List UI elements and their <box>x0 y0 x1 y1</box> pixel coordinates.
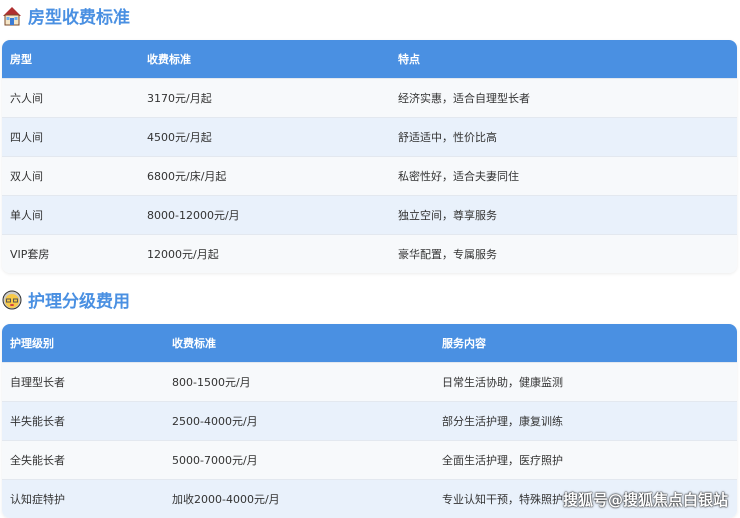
table-cell: 双人间 <box>2 156 139 195</box>
table-row: VIP套房 12000元/月起 豪华配置，专属服务 <box>2 234 737 273</box>
table-cell: 12000元/月起 <box>139 234 390 273</box>
table-row: 自理型长者 800-1500元/月 日常生活协助，健康监测 <box>2 362 737 401</box>
table-cell: 日常生活协助，健康监测 <box>434 362 737 401</box>
table-cell: 6800元/床/月起 <box>139 156 390 195</box>
table-cell: 自理型长者 <box>2 362 164 401</box>
table-cell: 认知症特护 <box>2 479 164 518</box>
column-header: 服务内容 <box>434 324 737 362</box>
table-cell: 4500元/月起 <box>139 117 390 156</box>
table-cell: 全失能长者 <box>2 440 164 479</box>
table-row: 四人间 4500元/月起 舒适适中，性价比高 <box>2 117 737 156</box>
table-cell: 豪华配置，专属服务 <box>390 234 737 273</box>
table-cell: 加收2000-4000元/月 <box>164 479 434 518</box>
table-cell: 单人间 <box>2 195 139 234</box>
column-header: 收费标准 <box>139 40 390 78</box>
table-cell: 全面生活护理，医疗照护 <box>434 440 737 479</box>
section-title-care-fees: 护理分级费用 <box>2 287 130 312</box>
house-icon <box>3 6 21 25</box>
column-header: 房型 <box>2 40 139 78</box>
table-cell: 经济实惠，适合自理型长者 <box>390 78 737 117</box>
table-row: 半失能长者 2500-4000元/月 部分生活护理，康复训练 <box>2 401 737 440</box>
column-header: 收费标准 <box>164 324 434 362</box>
table-header-row: 护理级别 收费标准 服务内容 <box>2 324 737 362</box>
watermark: 搜狐号@搜狐焦点白银站 <box>563 491 729 509</box>
table-row: 六人间 3170元/月起 经济实惠，适合自理型长者 <box>2 78 737 117</box>
table-cell: VIP套房 <box>2 234 139 273</box>
table-row: 全失能长者 5000-7000元/月 全面生活护理，医疗照护 <box>2 440 737 479</box>
elderly-face-icon <box>2 290 22 309</box>
table-cell: 私密性好，适合夫妻同住 <box>390 156 737 195</box>
table-cell: 8000-12000元/月 <box>139 195 390 234</box>
table-header-row: 房型 收费标准 特点 <box>2 40 737 78</box>
table-cell: 3170元/月起 <box>139 78 390 117</box>
table-row: 单人间 8000-12000元/月 独立空间，尊享服务 <box>2 195 737 234</box>
table-row: 双人间 6800元/床/月起 私密性好，适合夫妻同住 <box>2 156 737 195</box>
table-cell: 四人间 <box>2 117 139 156</box>
table-cell: 舒适适中，性价比高 <box>390 117 737 156</box>
section-title-text: 护理分级费用 <box>28 292 130 312</box>
section-title-room-fees: 房型收费标准 <box>2 3 130 28</box>
column-header: 护理级别 <box>2 324 164 362</box>
table-cell: 2500-4000元/月 <box>164 401 434 440</box>
section-title-text: 房型收费标准 <box>28 8 130 28</box>
table-cell: 800-1500元/月 <box>164 362 434 401</box>
table-cell: 六人间 <box>2 78 139 117</box>
table-cell: 独立空间，尊享服务 <box>390 195 737 234</box>
table-cell: 半失能长者 <box>2 401 164 440</box>
room-fees-table: 房型 收费标准 特点 六人间 3170元/月起 经济实惠，适合自理型长者 四人间 450… <box>2 40 737 273</box>
table-cell: 5000-7000元/月 <box>164 440 434 479</box>
table-cell: 部分生活护理，康复训练 <box>434 401 737 440</box>
column-header: 特点 <box>390 40 737 78</box>
